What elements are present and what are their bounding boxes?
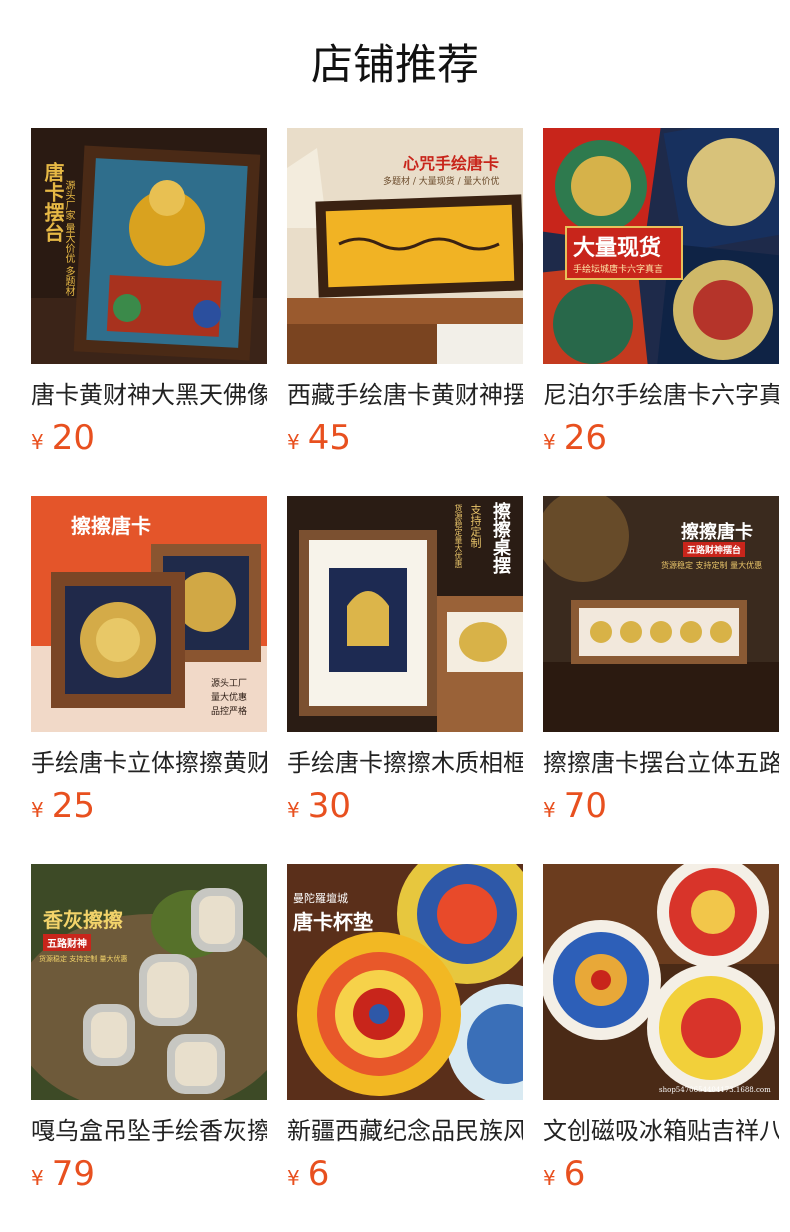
product-card[interactable]: 香灰擦擦 五路财神 货源稳定 支持定制 量大优惠 嘎乌盒吊坠手绘香灰擦擦 ¥ 7… <box>31 864 267 1232</box>
product-name[interactable]: 擦擦唐卡摆台立体五路财神 <box>543 746 779 780</box>
product-card[interactable]: 曼陀羅壇城 唐卡杯垫 新疆西藏纪念品民族风杯垫 ¥ 6 <box>287 864 523 1232</box>
product-grid: 唐卡摆台 源头厂家 量大价优 多题材 唐卡黄财神大黑天佛像 ¥ 20 心咒手绘唐… <box>31 128 779 1232</box>
fridge-magnet-image <box>543 864 779 1100</box>
currency-symbol: ¥ <box>543 1166 556 1190</box>
price-value: 26 <box>563 418 607 458</box>
gau-pendant-image <box>31 864 267 1100</box>
product-name[interactable]: 西藏手绘唐卡黄财神摆台 <box>287 378 523 412</box>
image-watermark: shop5470654404173.1688.com <box>659 1086 771 1094</box>
price-value: 45 <box>307 418 351 458</box>
image-caption-sub: 多题材 / 大量现货 / 量大价优 <box>383 177 500 187</box>
product-image[interactable]: 唐卡摆台 源头厂家 量大价优 多题材 <box>31 128 267 364</box>
currency-symbol: ¥ <box>543 430 556 454</box>
product-price: ¥ 6 <box>287 1154 523 1194</box>
product-image[interactable]: 擦擦桌摆 支持定制 货源稳定量大优惠 <box>287 496 523 732</box>
image-caption-sub3: 品控严格 <box>211 707 248 717</box>
product-price: ¥ 26 <box>543 418 779 458</box>
product-image[interactable]: 擦擦唐卡 五路财神摆台 货源稳定 支持定制 量大优惠 <box>543 496 779 732</box>
image-caption-main: 心咒手绘唐卡 <box>403 154 500 173</box>
product-image[interactable]: 曼陀羅壇城 唐卡杯垫 <box>287 864 523 1100</box>
price-value: 6 <box>307 1154 330 1194</box>
currency-symbol: ¥ <box>543 798 556 822</box>
product-card[interactable]: shop5470654404173.1688.com 文创磁吸冰箱贴吉祥八宝 ¥… <box>543 864 779 1232</box>
product-name[interactable]: 手绘唐卡立体擦擦黄财神 <box>31 746 267 780</box>
product-image[interactable]: shop5470654404173.1688.com <box>543 864 779 1100</box>
price-value: 25 <box>51 786 95 826</box>
product-card[interactable]: 擦擦唐卡 源头工厂 量大优惠 品控严格 手绘唐卡立体擦擦黄财神 ¥ 25 <box>31 496 267 864</box>
image-caption-sub: 支持定制 <box>469 504 482 548</box>
image-caption-sub: 源头厂家 量大价优 多题材 <box>63 180 74 297</box>
image-caption-sub2: 量大优惠 <box>211 693 248 703</box>
image-caption-main: 唐卡杯垫 <box>293 910 373 934</box>
product-card[interactable]: 唐卡摆台 源头厂家 量大价优 多题材 唐卡黄财神大黑天佛像 ¥ 20 <box>31 128 267 496</box>
currency-symbol: ¥ <box>31 430 44 454</box>
currency-symbol: ¥ <box>31 1166 44 1190</box>
image-caption-sub1: 源头工厂 <box>211 679 248 689</box>
image-caption-main: 香灰擦擦 <box>43 908 123 932</box>
price-value: 70 <box>563 786 607 826</box>
product-price: ¥ 70 <box>543 786 779 826</box>
image-caption-sub: 曼陀羅壇城 <box>293 892 348 905</box>
product-card[interactable]: 擦擦桌摆 支持定制 货源稳定量大优惠 手绘唐卡擦擦木质相框摆件 ¥ 30 <box>287 496 523 864</box>
product-card[interactable]: 心咒手绘唐卡 多题材 / 大量现货 / 量大价优 西藏手绘唐卡黄财神摆台 ¥ 4… <box>287 128 523 496</box>
store-recommendations-page: 店铺推荐 唐卡摆台 源头厂家 量大价优 多题材 唐卡黄财神大黑天佛像 ¥ 20 … <box>0 0 790 1232</box>
image-caption-main: 擦擦唐卡 <box>71 514 151 538</box>
image-caption-main: 擦擦唐卡 <box>681 522 753 543</box>
product-price: ¥ 6 <box>543 1154 779 1194</box>
price-value: 30 <box>307 786 351 826</box>
image-caption-main: 大量现货 <box>573 235 662 261</box>
product-card[interactable]: 擦擦唐卡 五路财神摆台 货源稳定 支持定制 量大优惠 擦擦唐卡摆台立体五路财神 … <box>543 496 779 864</box>
product-name[interactable]: 唐卡黄财神大黑天佛像 <box>31 378 267 412</box>
product-price: ¥ 30 <box>287 786 523 826</box>
image-caption-sub: 五路财神 <box>43 934 91 951</box>
price-value: 79 <box>51 1154 95 1194</box>
image-caption-sub: 五路财神摆台 <box>683 542 746 557</box>
product-name[interactable]: 尼泊尔手绘唐卡六字真言 <box>543 378 779 412</box>
price-value: 20 <box>51 418 95 458</box>
product-name[interactable]: 嘎乌盒吊坠手绘香灰擦擦 <box>31 1114 267 1148</box>
product-name[interactable]: 新疆西藏纪念品民族风杯垫 <box>287 1114 523 1148</box>
product-price: ¥ 79 <box>31 1154 267 1194</box>
image-caption-main: 擦擦桌摆 <box>490 502 511 574</box>
currency-symbol: ¥ <box>287 430 300 454</box>
product-price: ¥ 25 <box>31 786 267 826</box>
currency-symbol: ¥ <box>287 798 300 822</box>
product-price: ¥ 20 <box>31 418 267 458</box>
price-value: 6 <box>563 1154 586 1194</box>
product-image[interactable]: 心咒手绘唐卡 多题材 / 大量现货 / 量大价优 <box>287 128 523 364</box>
product-image[interactable]: 大量现货 手绘坛城唐卡六字真言 <box>543 128 779 364</box>
image-caption-sub2: 货源稳定 支持定制 量大优惠 <box>39 955 128 963</box>
product-name[interactable]: 手绘唐卡擦擦木质相框摆件 <box>287 746 523 780</box>
product-card[interactable]: 大量现货 手绘坛城唐卡六字真言 尼泊尔手绘唐卡六字真言 ¥ 26 <box>543 128 779 496</box>
currency-symbol: ¥ <box>31 798 44 822</box>
section-title: 店铺推荐 <box>310 40 479 89</box>
currency-symbol: ¥ <box>287 1166 300 1190</box>
product-name[interactable]: 文创磁吸冰箱贴吉祥八宝 <box>543 1114 779 1148</box>
image-caption-sub: 手绘坛城唐卡六字真言 <box>573 265 664 275</box>
product-image[interactable]: 香灰擦擦 五路财神 货源稳定 支持定制 量大优惠 <box>31 864 267 1100</box>
product-price: ¥ 45 <box>287 418 523 458</box>
product-image[interactable]: 擦擦唐卡 源头工厂 量大优惠 品控严格 <box>31 496 267 732</box>
image-caption-sub2: 货源稳定量大优惠 <box>454 504 463 568</box>
image-caption-sub2: 货源稳定 支持定制 量大优惠 <box>661 561 763 570</box>
